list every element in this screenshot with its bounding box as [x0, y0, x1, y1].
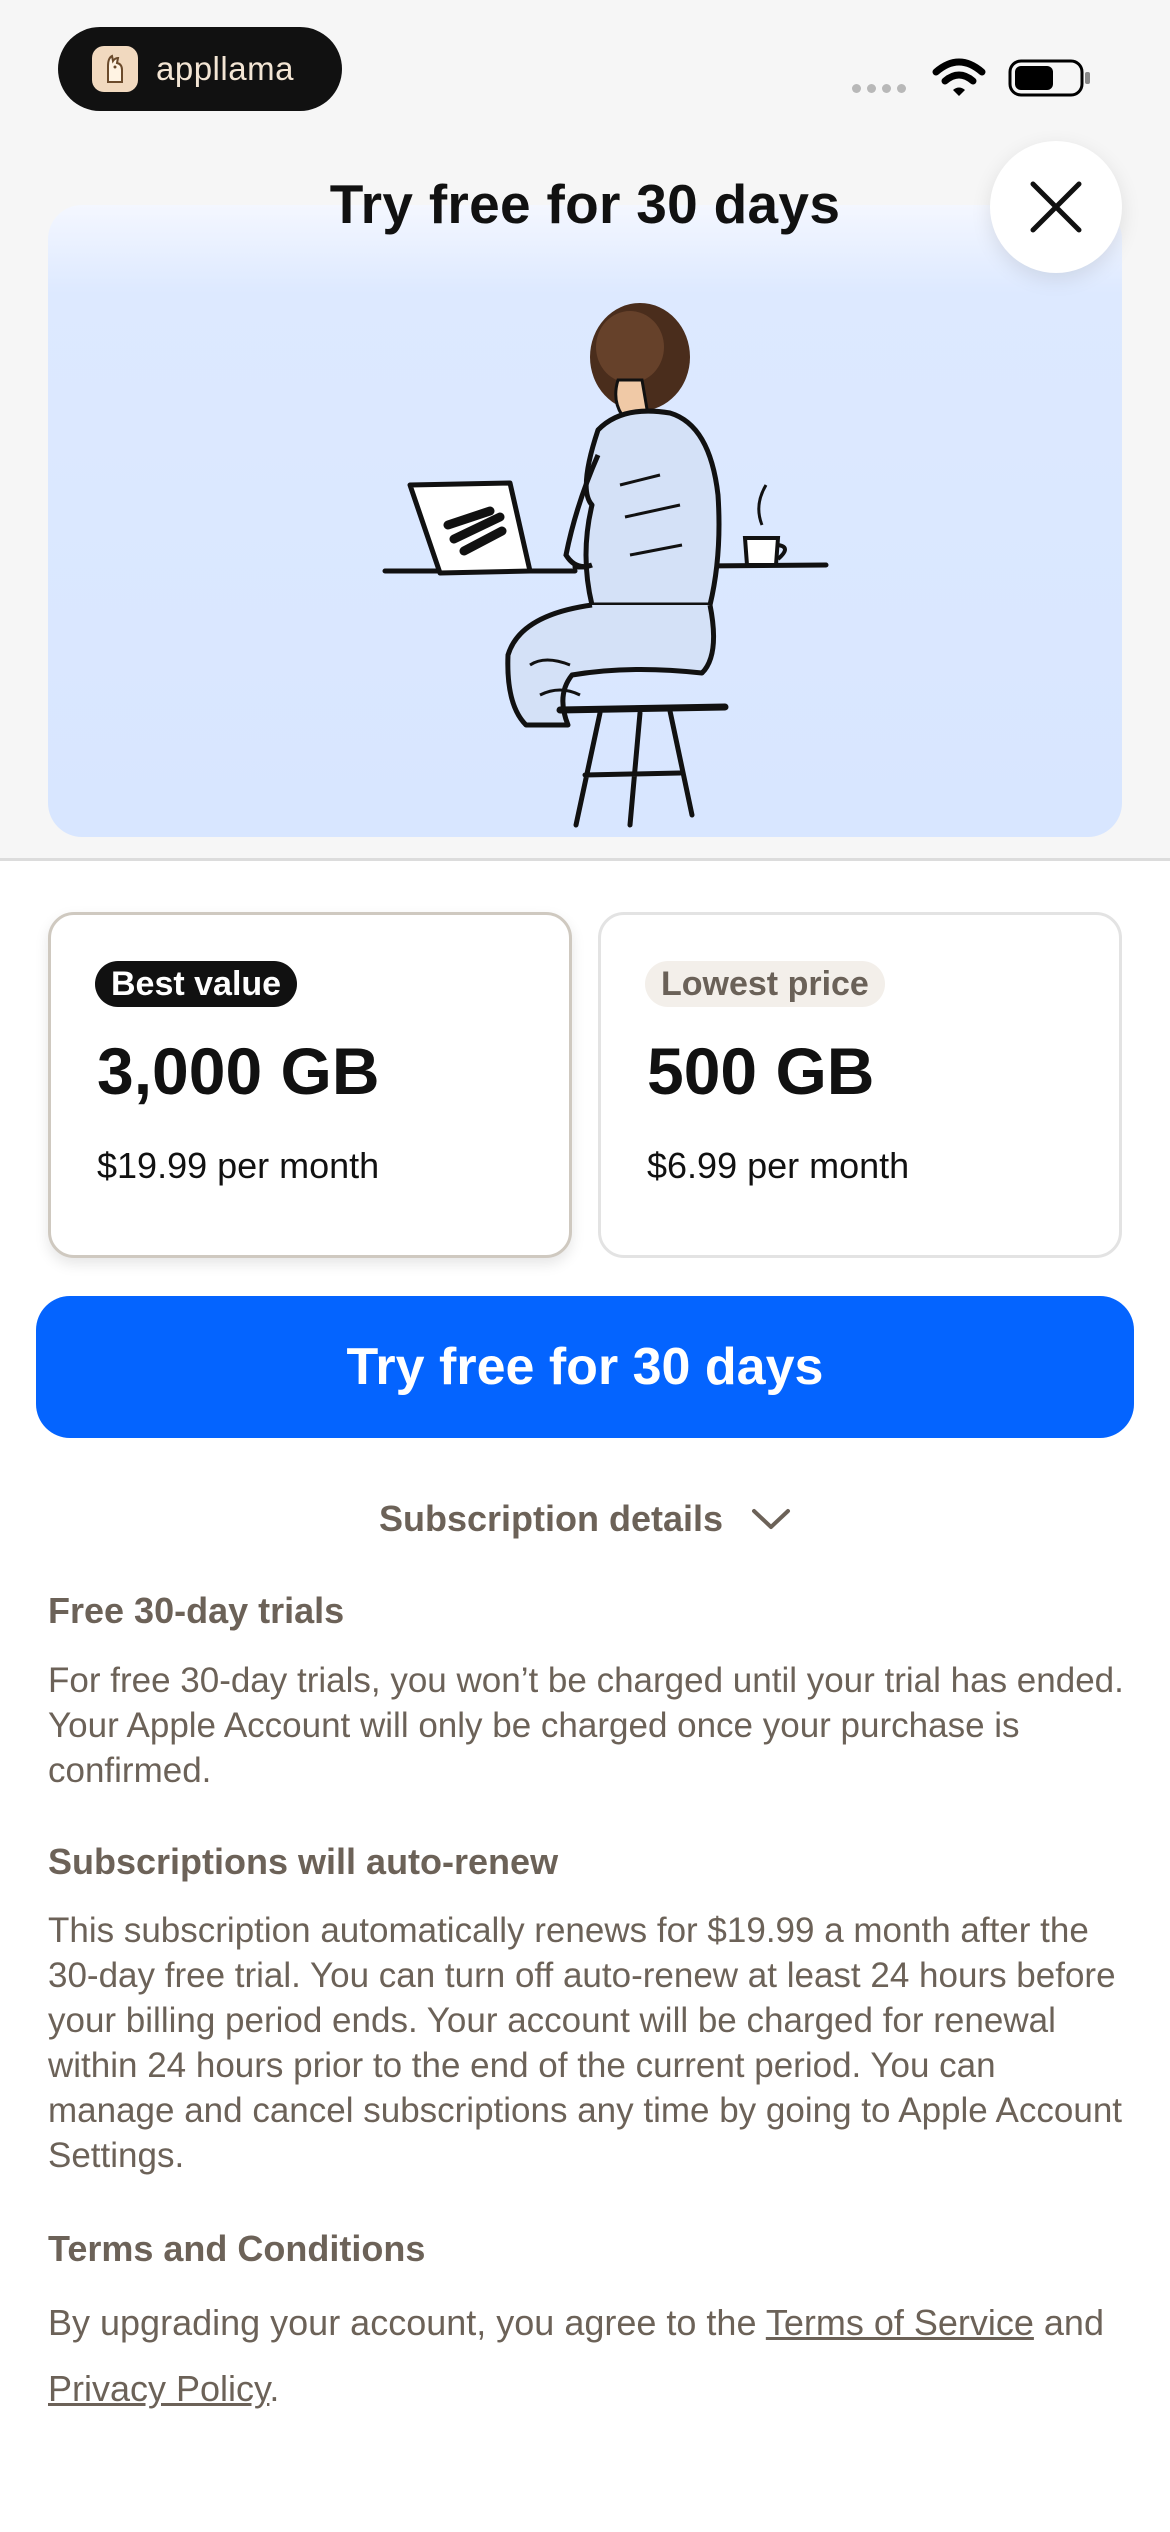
- best-value-badge: Best value: [95, 961, 298, 1007]
- start-trial-button[interactable]: Try free for 30 days: [36, 1296, 1134, 1438]
- section-body-free-trials: For free 30-day trials, you won’t be cha…: [48, 1661, 1124, 1790]
- plan-card-lowest-price[interactable]: Lowest price 500 GB $6.99 per month: [598, 912, 1122, 1258]
- section-body-auto-renew: This subscription automatically renews f…: [48, 1911, 1123, 2175]
- plan-storage-size: 3,000 GB: [97, 1034, 380, 1108]
- signal-dots-icon: [852, 84, 906, 93]
- person-at-laptop-illustration: [382, 303, 829, 828]
- lowest-price-badge: Lowest price: [645, 961, 885, 1007]
- plan-card-best-value[interactable]: Best value 3,000 GB $19.99 per month: [48, 912, 572, 1258]
- subscription-details-label: Subscription details: [378, 1498, 724, 1539]
- terms-text: By upgrading your account, you agree to …: [48, 2290, 1148, 2422]
- close-icon: [1030, 181, 1082, 233]
- terms-suffix: .: [269, 2368, 280, 2409]
- section-heading-auto-renew: Subscriptions will auto-renew: [48, 1841, 559, 1882]
- battery-icon: [1008, 59, 1090, 97]
- hero-card: [48, 205, 1122, 837]
- plan-storage-size: 500 GB: [647, 1034, 875, 1108]
- llama-icon: [92, 46, 138, 92]
- chevron-down-icon: [752, 1509, 791, 1529]
- plan-price: $19.99 per month: [97, 1145, 380, 1186]
- privacy-policy-link[interactable]: Privacy Policy: [48, 2368, 269, 2409]
- section-heading-free-trials: Free 30-day trials: [48, 1590, 345, 1631]
- app-indicator-pill[interactable]: appllama: [58, 27, 342, 111]
- section-heading-terms: Terms and Conditions: [48, 2228, 426, 2269]
- plan-price: $6.99 per month: [647, 1145, 910, 1186]
- divider: [0, 858, 1170, 861]
- terms-of-service-link[interactable]: Terms of Service: [766, 2302, 1034, 2343]
- subscription-details-toggle[interactable]: Subscription details: [0, 1498, 1170, 1540]
- wifi-icon: [932, 58, 986, 96]
- app-name: appllama: [156, 50, 294, 87]
- terms-prefix: By upgrading your account, you agree to …: [48, 2302, 766, 2343]
- close-button[interactable]: [990, 141, 1122, 273]
- subscription-paywall: appllama Try free for 30 days Best value…: [0, 0, 1170, 2532]
- terms-middle: and: [1033, 2302, 1104, 2343]
